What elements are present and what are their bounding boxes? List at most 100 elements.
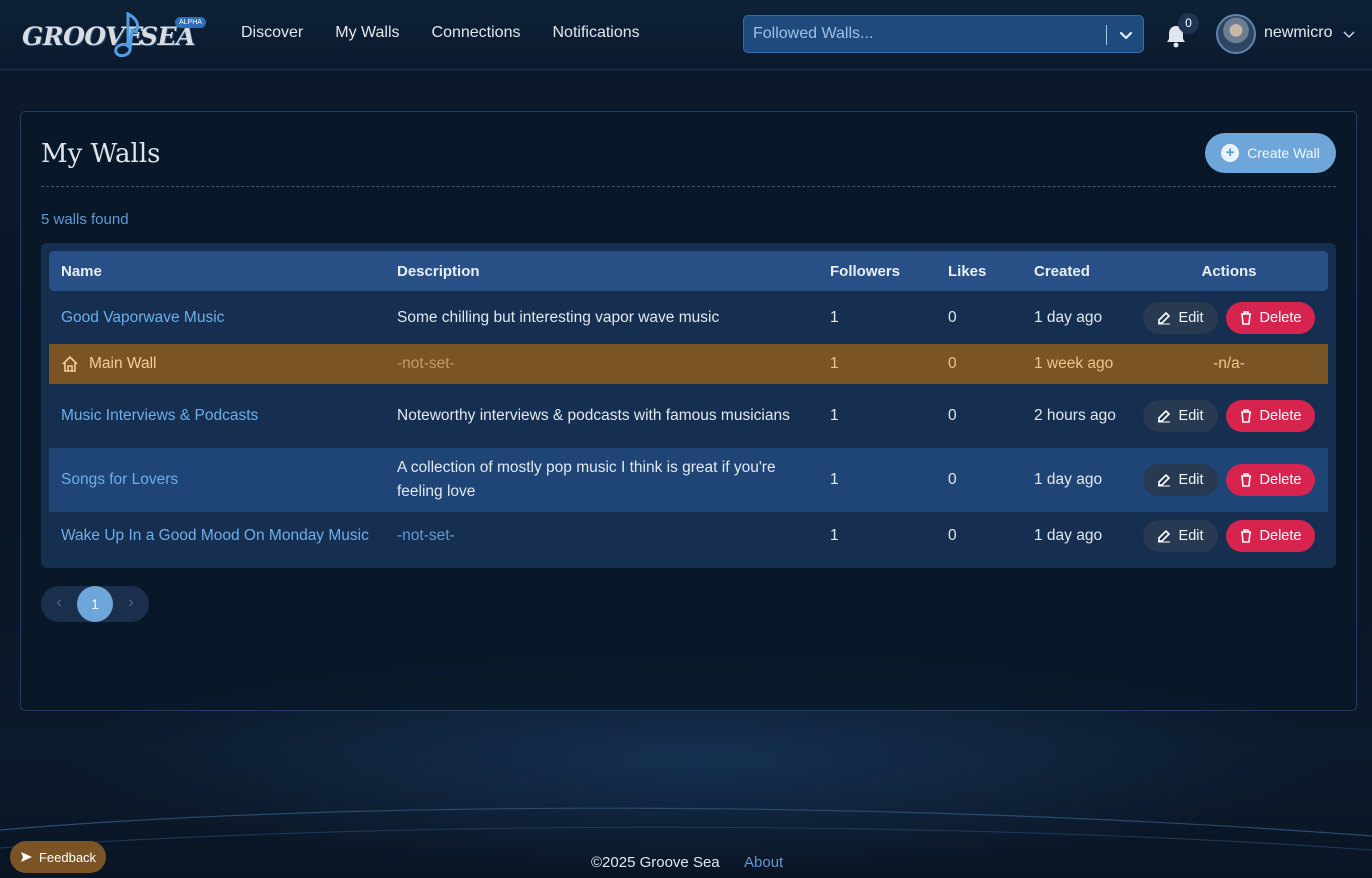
delete-button[interactable]: Delete: [1225, 400, 1316, 432]
pagination: ‹ 1 ›: [41, 586, 149, 622]
delete-label: Delete: [1259, 472, 1302, 488]
walls-table-container: Name Description Followers Likes Created…: [41, 243, 1336, 568]
edit-button[interactable]: Edit: [1142, 400, 1218, 432]
wall-followers: 1: [818, 291, 936, 344]
wall-followers: 1: [818, 512, 936, 560]
edit-button[interactable]: Edit: [1142, 464, 1218, 496]
delete-button[interactable]: Delete: [1225, 520, 1316, 552]
wall-likes: 0: [936, 344, 1022, 384]
followed-walls-select[interactable]: [743, 15, 1144, 53]
chevron-down-icon[interactable]: [1116, 25, 1136, 45]
edit-button[interactable]: Edit: [1142, 301, 1218, 334]
col-actions: Actions: [1201, 262, 1257, 280]
nav-discover[interactable]: Discover: [241, 24, 303, 42]
username[interactable]: newmicro: [1264, 24, 1332, 42]
delete-button[interactable]: Delete: [1225, 464, 1316, 496]
edit-icon: [1157, 409, 1170, 423]
wall-name-link[interactable]: Good Vaporwave Music: [61, 309, 224, 326]
select-separator: [1106, 25, 1107, 45]
notification-count-badge: 0: [1178, 13, 1199, 34]
walls-count: 5 walls found: [41, 211, 129, 228]
actions-na: -n/a-: [1213, 355, 1245, 372]
avatar[interactable]: [1216, 14, 1256, 54]
copyright-text: ©2025 Groove Sea: [591, 854, 720, 871]
title-divider: [41, 186, 1336, 187]
feedback-label: Feedback: [38, 849, 97, 865]
col-description[interactable]: Description: [385, 251, 818, 291]
delete-label: Delete: [1259, 309, 1302, 326]
delete-button[interactable]: Delete: [1225, 301, 1316, 334]
row-actions: Edit Delete: [1130, 291, 1328, 344]
edit-icon: [1157, 473, 1170, 487]
trash-icon: [1240, 409, 1251, 423]
followed-walls-input[interactable]: [753, 25, 1093, 43]
chevron-down-icon[interactable]: [1342, 27, 1356, 41]
page-1-button[interactable]: 1: [77, 586, 113, 622]
wall-name-link[interactable]: Wake Up In a Good Mood On Monday Music: [61, 527, 369, 544]
trash-icon: [1240, 529, 1251, 543]
wall-created: 1 week ago: [1022, 344, 1130, 384]
edit-label: Edit: [1178, 528, 1204, 544]
next-page-button[interactable]: ›: [124, 595, 138, 611]
feedback-button[interactable]: Feedback: [10, 841, 106, 873]
wall-created: 1 day ago: [1022, 512, 1130, 560]
create-wall-label: Create Wall: [1247, 145, 1320, 161]
main-wall-name[interactable]: Main Wall: [61, 352, 373, 376]
trash-icon: [1240, 473, 1251, 487]
edit-icon: [1157, 311, 1170, 324]
wall-name-link[interactable]: Songs for Lovers: [61, 471, 178, 488]
nav-my-walls[interactable]: My Walls: [335, 24, 399, 42]
edit-button[interactable]: Edit: [1142, 520, 1218, 552]
wall-followers: 1: [818, 344, 936, 384]
col-name[interactable]: Name: [49, 251, 385, 291]
table-header-row: Name Description Followers Likes Created…: [49, 251, 1328, 291]
my-walls-panel: My Walls + Create Wall 5 walls found Nam…: [20, 111, 1357, 711]
wall-likes: 0: [936, 512, 1022, 560]
groove-sea-logo[interactable]: GROOVE SEA ALPHA: [22, 10, 207, 60]
main-nav: Discover My Walls Connections Notificati…: [241, 24, 672, 42]
wall-likes: 0: [936, 384, 1022, 448]
table-row-main-wall: Main Wall -not-set- 1 0 1 week ago -n/a-: [49, 344, 1328, 384]
delete-label: Delete: [1259, 408, 1302, 424]
trash-icon: [1240, 310, 1251, 325]
wall-description: Noteworthy interviews & podcasts with fa…: [385, 384, 818, 448]
wall-likes: 0: [936, 448, 1022, 512]
plus-circle-icon: +: [1221, 144, 1240, 162]
edit-icon: [1157, 529, 1170, 543]
page-title: My Walls: [41, 139, 161, 169]
send-icon: [20, 852, 32, 862]
wall-created: 2 hours ago: [1022, 384, 1130, 448]
edit-label: Edit: [1178, 408, 1204, 424]
wall-followers: 1: [818, 448, 936, 512]
row-actions: Edit Delete: [1130, 512, 1328, 560]
wall-description: Some chilling but interesting vapor wave…: [385, 291, 818, 344]
wall-created: 1 day ago: [1022, 448, 1130, 512]
prev-page-button[interactable]: ‹: [52, 595, 66, 611]
create-wall-button[interactable]: + Create Wall: [1205, 133, 1336, 173]
edit-label: Edit: [1178, 309, 1204, 326]
table-row: Songs for Lovers A collection of mostly …: [49, 448, 1328, 512]
col-followers[interactable]: Followers: [818, 251, 936, 291]
wall-description: -not-set-: [397, 527, 455, 544]
edit-label: Edit: [1178, 472, 1204, 488]
row-actions: Edit Delete: [1130, 384, 1328, 448]
wall-description: -not-set-: [397, 355, 455, 372]
walls-table: Name Description Followers Likes Created…: [49, 251, 1328, 560]
house-icon: [62, 355, 78, 372]
row-actions: Edit Delete: [1130, 448, 1328, 512]
top-navbar: GROOVE SEA ALPHA Discover My Walls Conne…: [0, 0, 1372, 70]
wall-followers: 1: [818, 384, 936, 448]
wall-name-text: Main Wall: [89, 355, 157, 372]
table-row: Wake Up In a Good Mood On Monday Music -…: [49, 512, 1328, 560]
table-row: Music Interviews & Podcasts Noteworthy i…: [49, 384, 1328, 448]
nav-notifications[interactable]: Notifications: [552, 24, 639, 42]
nav-connections[interactable]: Connections: [432, 24, 521, 42]
delete-label: Delete: [1259, 528, 1302, 544]
wall-likes: 0: [936, 291, 1022, 344]
col-likes[interactable]: Likes: [936, 251, 1022, 291]
col-created[interactable]: Created: [1022, 251, 1130, 291]
wall-name-link[interactable]: Music Interviews & Podcasts: [61, 407, 258, 424]
about-link[interactable]: About: [744, 854, 783, 871]
table-row: Good Vaporwave Music Some chilling but i…: [49, 291, 1328, 344]
wall-created: 1 day ago: [1022, 291, 1130, 344]
